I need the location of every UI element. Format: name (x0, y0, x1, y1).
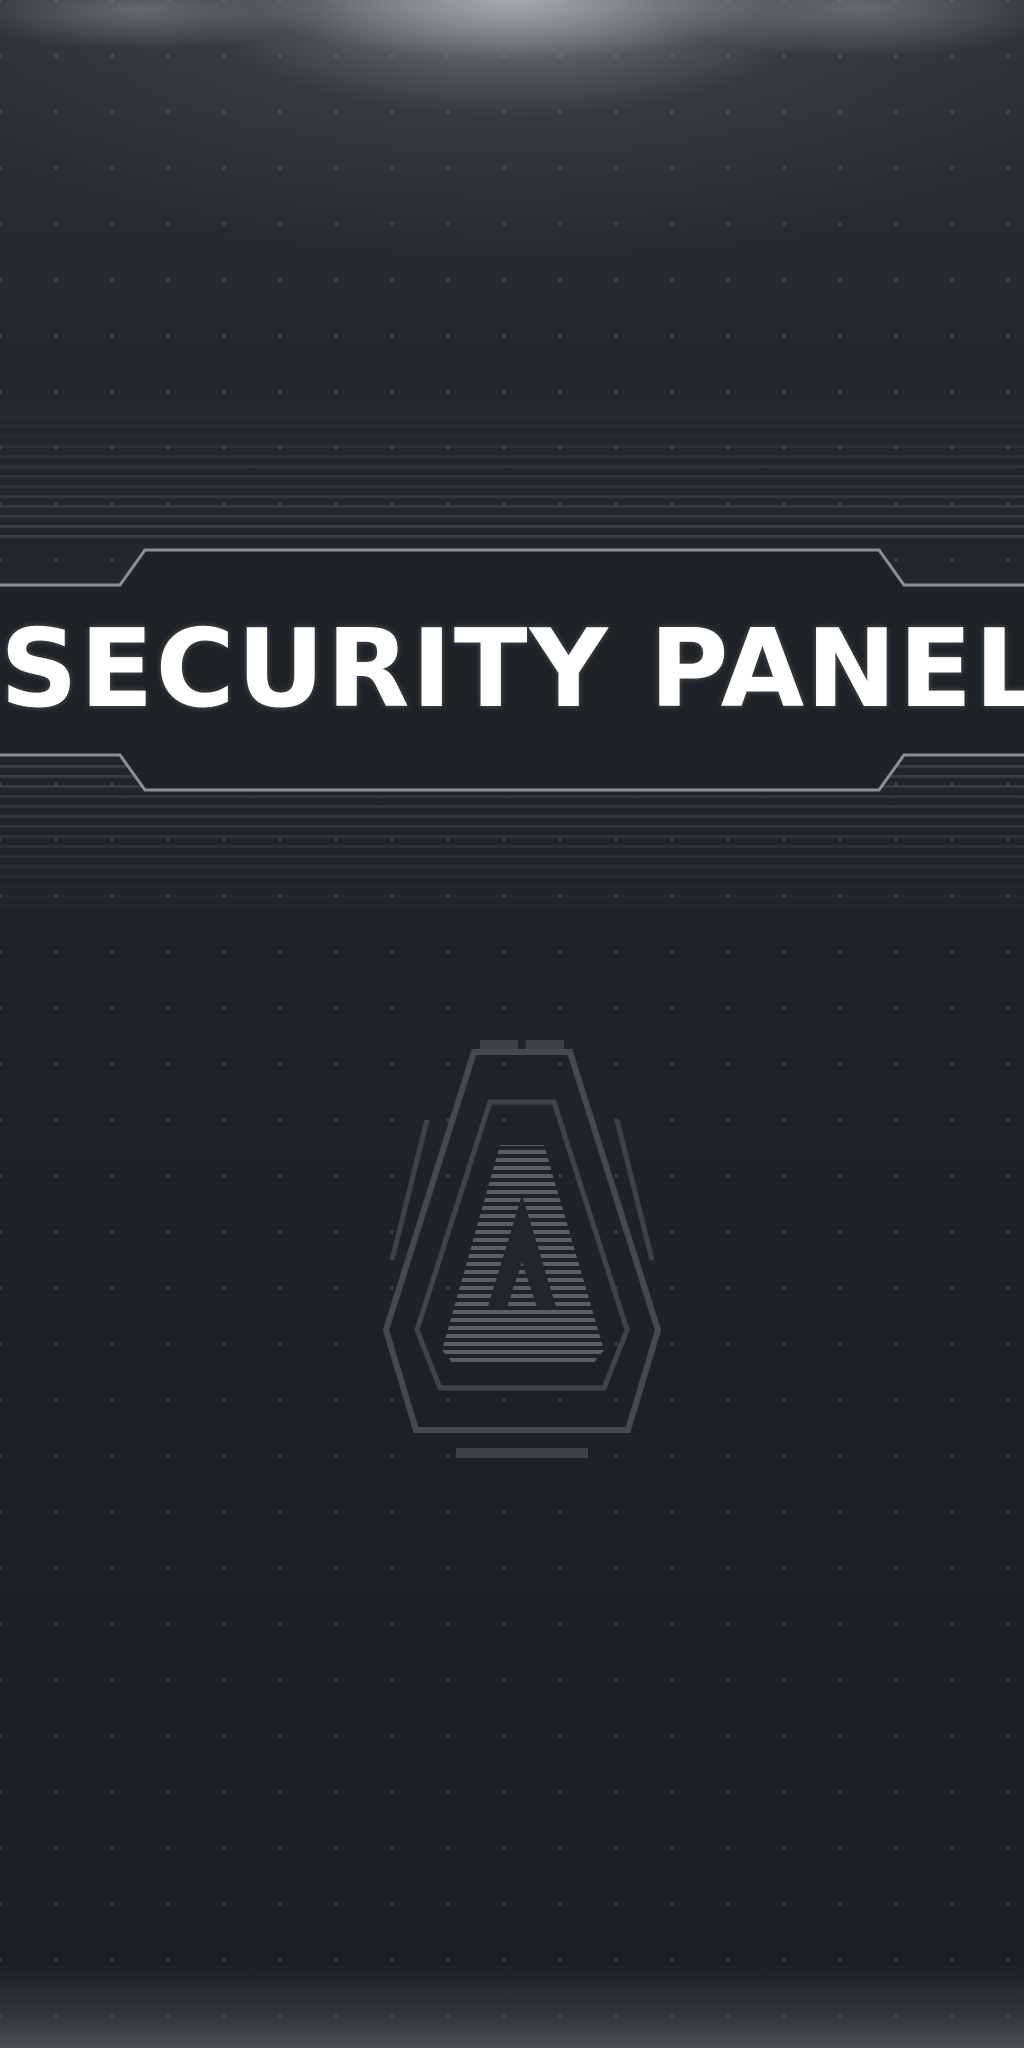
bottom-grunge-edge (0, 1960, 1024, 2048)
top-grunge-edge (0, 0, 1024, 120)
dot-grid-background (0, 0, 1024, 2048)
security-panel-screen: SECURITY PANEL (0, 0, 1024, 2048)
page-title: SECURITY PANEL (0, 607, 1024, 732)
emblem-bottom-bar (456, 1448, 588, 1458)
emblem-top-notch-right (526, 1040, 564, 1050)
emblem-right-fin (614, 1119, 655, 1261)
top-stripe-band (0, 395, 1024, 545)
emblem-top-notch-left (480, 1040, 518, 1050)
a-emblem-icon (382, 1040, 662, 1458)
emblem-left-fin (389, 1119, 430, 1261)
